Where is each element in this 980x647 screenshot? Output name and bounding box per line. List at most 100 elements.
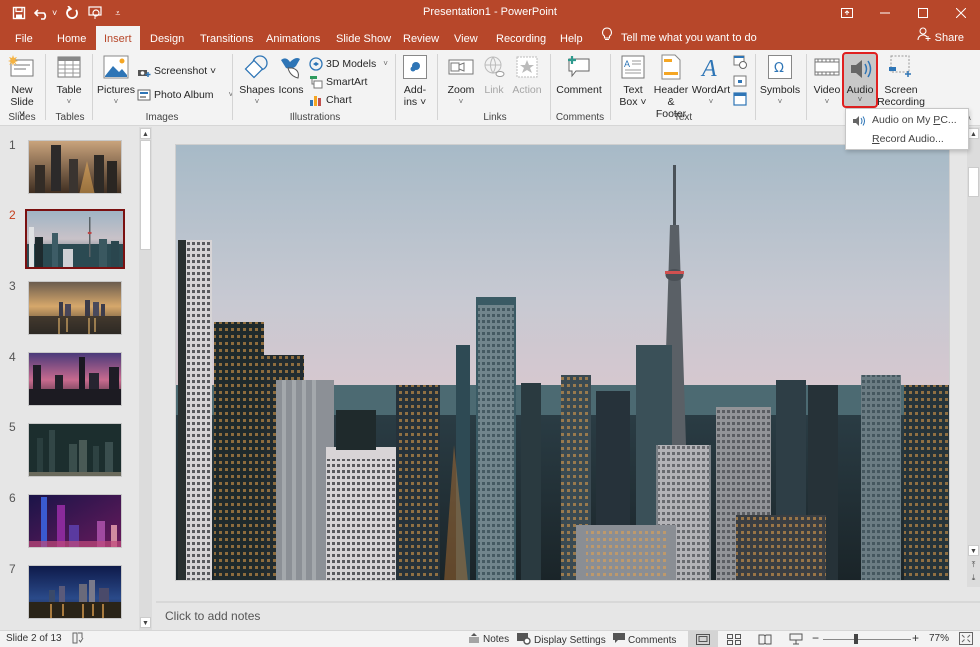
- header-footer-button[interactable]: Header & Footer: [651, 53, 691, 120]
- notes-toggle-button[interactable]: Notes: [468, 633, 509, 646]
- scroll-down-icon[interactable]: ▼: [968, 545, 979, 556]
- object-icon[interactable]: [733, 92, 747, 109]
- tab-recording[interactable]: Recording: [488, 26, 554, 50]
- group-separator: [806, 54, 807, 120]
- undo-icon[interactable]: [34, 4, 50, 22]
- comments-toggle-button[interactable]: Comments: [613, 633, 676, 647]
- share-button[interactable]: Share: [917, 26, 964, 50]
- slide-vertical-scrollbar[interactable]: ▲ ▼ ⤒ ⤓: [967, 127, 980, 587]
- scroll-down-icon[interactable]: ▼: [140, 617, 151, 628]
- 3d-models-button[interactable]: 3D Models ˅: [309, 55, 388, 72]
- shapes-icon: [242, 53, 272, 81]
- 3d-models-dropdown-icon[interactable]: ˅: [383, 59, 388, 68]
- pictures-button[interactable]: Pictures ˅: [97, 53, 135, 108]
- tell-me-search[interactable]: Tell me what you want to do: [601, 26, 757, 50]
- icons-button[interactable]: Icons: [277, 53, 305, 96]
- slide-thumbnail-5[interactable]: [28, 423, 122, 477]
- speaker-icon: [847, 56, 875, 82]
- header-footer-icon: [656, 53, 686, 81]
- minimize-icon[interactable]: [866, 0, 904, 26]
- tab-insert[interactable]: Insert: [96, 26, 140, 51]
- zoom-slider[interactable]: [823, 639, 911, 640]
- tab-home[interactable]: Home: [49, 26, 94, 50]
- tab-file[interactable]: File: [7, 26, 41, 50]
- thumbnail-scrollbar[interactable]: ▲ ▼: [139, 127, 152, 630]
- audio-on-my-pc-item[interactable]: Audio on My PC...: [846, 111, 968, 130]
- video-button[interactable]: Video ˅: [812, 53, 842, 108]
- customize-qat-icon[interactable]: ⩡: [115, 4, 120, 22]
- toronto-skyline-picture[interactable]: [176, 145, 950, 581]
- slide-sorter-button[interactable]: [719, 631, 749, 647]
- slide-number-icon[interactable]: [733, 74, 747, 91]
- text-box-button[interactable]: A Text Box ˅: [618, 53, 648, 108]
- notes-icon: [468, 633, 480, 646]
- slide-thumbnail-7[interactable]: [28, 565, 122, 619]
- slide-thumbnail-1[interactable]: [28, 140, 122, 194]
- thumbnail-number: 4: [9, 350, 16, 364]
- record-audio-item[interactable]: Record Audio...: [846, 130, 968, 149]
- action-button[interactable]: Action: [512, 53, 542, 96]
- date-time-icon[interactable]: [733, 55, 747, 72]
- zoom-level[interactable]: 77%: [929, 633, 949, 644]
- slide-canvas[interactable]: [175, 144, 950, 581]
- screen-recording-button[interactable]: Screen Recording: [877, 53, 925, 108]
- slide-thumbnail-3[interactable]: [28, 281, 122, 335]
- close-icon[interactable]: [942, 0, 980, 26]
- tab-slide-show[interactable]: Slide Show: [328, 26, 399, 50]
- shapes-button[interactable]: Shapes ˅: [239, 53, 275, 108]
- comment-button[interactable]: Comment: [556, 53, 602, 96]
- fit-to-window-button[interactable]: [959, 632, 973, 645]
- link-icon: [479, 53, 509, 81]
- save-icon[interactable]: [12, 4, 26, 22]
- reading-view-button[interactable]: [750, 631, 780, 647]
- chart-icon: [309, 93, 323, 107]
- slide-thumbnail-4[interactable]: [28, 352, 122, 406]
- tab-design[interactable]: Design: [142, 26, 192, 50]
- tab-view[interactable]: View: [446, 26, 486, 50]
- next-slide-icon[interactable]: ⤓: [968, 572, 979, 583]
- link-button[interactable]: Link: [481, 53, 507, 96]
- zoom-button[interactable]: Zoom ˅: [446, 53, 476, 108]
- scroll-up-icon[interactable]: ▲: [968, 128, 979, 139]
- pictures-icon: [101, 53, 131, 81]
- zoom-slider-thumb[interactable]: [853, 634, 858, 644]
- svg-text:A: A: [700, 56, 717, 80]
- display-settings-button[interactable]: Display Settings: [517, 633, 606, 647]
- thumbnail-number: 3: [9, 279, 16, 293]
- redo-icon[interactable]: [65, 4, 79, 22]
- undo-dropdown-icon[interactable]: ˅: [52, 4, 57, 22]
- maximize-icon[interactable]: [904, 0, 942, 26]
- normal-view-button[interactable]: [688, 631, 718, 647]
- add-ins-button[interactable]: Add- ins ˅: [402, 53, 428, 108]
- wordart-button[interactable]: A WordArt ˅: [692, 53, 730, 108]
- spelling-check-icon[interactable]: [72, 632, 84, 644]
- tab-transitions[interactable]: Transitions: [192, 26, 261, 50]
- slide-thumbnail-6[interactable]: [28, 494, 122, 548]
- previous-slide-icon[interactable]: ⤒: [968, 559, 979, 570]
- table-button[interactable]: Table ˅: [54, 53, 84, 108]
- chart-button[interactable]: Chart: [309, 91, 352, 108]
- normal-view-icon: [696, 633, 710, 645]
- scroll-thumb[interactable]: [968, 167, 979, 197]
- scroll-thumb[interactable]: [140, 140, 151, 250]
- slide-show-button[interactable]: [781, 631, 811, 647]
- symbols-button[interactable]: Ω Symbols ˅: [760, 53, 800, 108]
- scroll-up-icon[interactable]: ▲: [140, 128, 151, 139]
- notes-pane[interactable]: Click to add notes: [156, 601, 980, 630]
- tab-animations[interactable]: Animations: [258, 26, 328, 50]
- zoom-out-button[interactable]: −: [812, 631, 819, 645]
- screenshot-button[interactable]: Screenshot ˅: [137, 62, 216, 79]
- smartart-button[interactable]: SmartArt: [309, 73, 367, 90]
- tab-review[interactable]: Review: [395, 26, 447, 50]
- audio-button[interactable]: Audio ˅: [842, 52, 878, 108]
- slide-thumbnail-2[interactable]: [25, 209, 125, 269]
- thumbnail-number: 6: [9, 491, 16, 505]
- fit-to-window-icon: [959, 632, 973, 645]
- photo-album-button[interactable]: Photo Album ˅: [137, 86, 233, 103]
- audio-caret: ˅: [857, 95, 863, 104]
- tab-help[interactable]: Help: [552, 26, 591, 50]
- start-from-beginning-icon[interactable]: [87, 4, 103, 22]
- new-slide-button[interactable]: New Slide ˅: [6, 53, 38, 120]
- ribbon-display-options-icon[interactable]: [828, 0, 866, 26]
- zoom-in-button[interactable]: +: [912, 631, 919, 645]
